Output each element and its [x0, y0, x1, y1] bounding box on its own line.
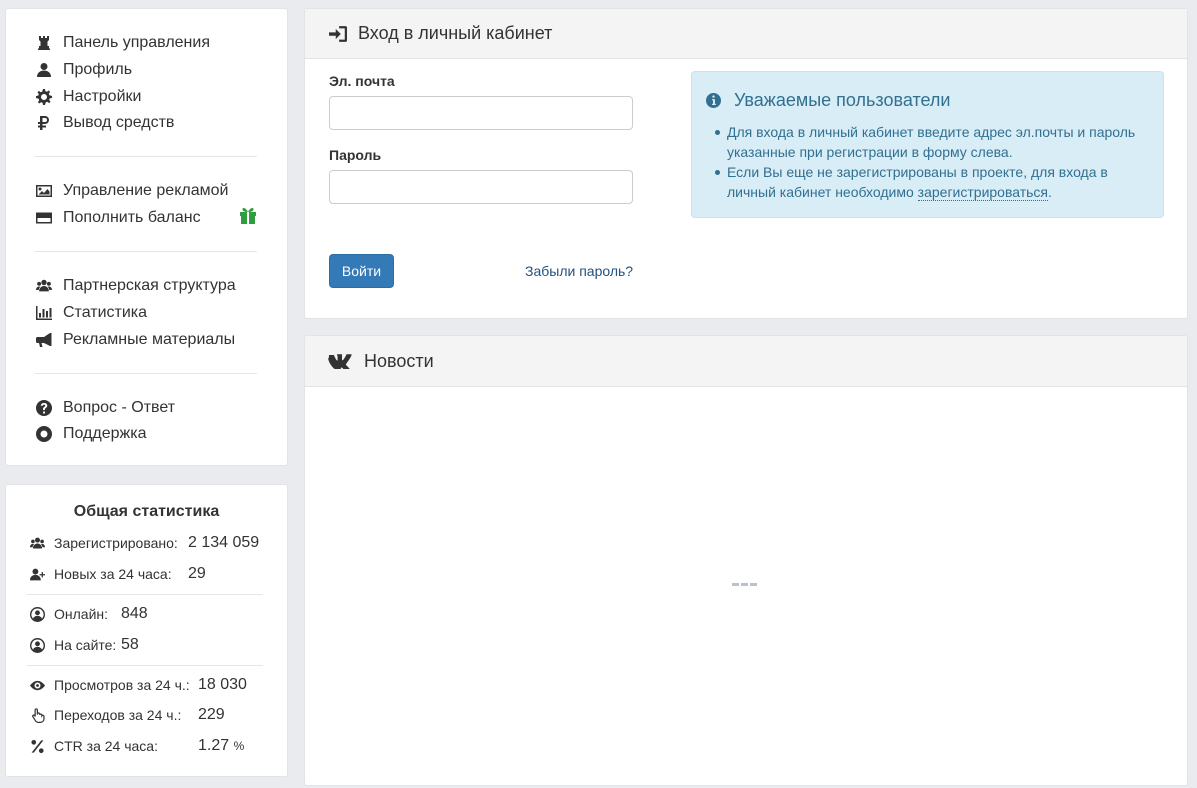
bullhorn-icon — [34, 330, 54, 350]
info-title: Уважаемые пользователи — [706, 90, 950, 111]
sidebar-item-statistics[interactable]: Статистика — [34, 302, 147, 324]
loading-indicator — [732, 583, 757, 586]
sidebar-item-support[interactable]: Поддержка — [34, 423, 146, 445]
user-circle-icon — [28, 605, 46, 623]
stat-value: 18 030 — [198, 676, 247, 693]
stat-clicks-24h: Переходов за 24 ч.: — [28, 705, 181, 725]
stat-label: Онлайн: — [54, 606, 109, 622]
general-stats-panel: Общая статистика Зарегистрировано: 2 134… — [5, 484, 288, 777]
sidebar-item-top-up[interactable]: Пополнить баланс — [34, 207, 201, 229]
stat-ctr-24h: CTR за 24 часа: — [28, 736, 158, 756]
stat-value: 229 — [198, 706, 225, 723]
sidebar-item-label: Поддержка — [63, 425, 147, 442]
stat-new-24h: Новых за 24 часа: — [28, 564, 172, 584]
question-circle-icon — [34, 398, 54, 418]
stat-registered: Зарегистрировано: — [28, 533, 178, 553]
stat-on-site: На сайте: — [28, 635, 116, 655]
sidebar-item-label: Профиль — [63, 61, 133, 78]
sidebar-item-label: Вывод средств — [63, 114, 175, 131]
ctr-unit: % — [233, 739, 245, 753]
sidebar-item-ads-management[interactable]: Управление рекламой — [34, 180, 228, 202]
sidebar-item-partners[interactable]: Партнерская структура — [34, 275, 236, 297]
stat-value: 848 — [121, 605, 148, 622]
users-icon — [34, 276, 54, 296]
sidebar-item-label: Статистика — [63, 304, 148, 321]
info-circle-icon — [706, 92, 722, 109]
sidebar-item-label: Вопрос - Ответ — [63, 399, 176, 416]
stat-value: 58 — [121, 636, 139, 653]
stat-value: 1.27 % — [198, 737, 244, 755]
forgot-password-link[interactable]: Забыли пароль? — [525, 263, 633, 279]
sidebar-item-withdraw[interactable]: Вывод средств — [34, 112, 174, 134]
gear-icon — [34, 87, 54, 107]
life-ring-icon — [34, 424, 54, 444]
sidebar-item-label: Панель управления — [63, 34, 210, 51]
sidebar-item-profile[interactable]: Профиль — [34, 59, 132, 81]
percent-icon — [28, 737, 46, 755]
pointer-hand-icon — [28, 706, 46, 724]
email-label: Эл. почта — [329, 73, 395, 89]
stats-divider — [27, 594, 263, 595]
sidebar-item-label: Рекламные материалы — [63, 331, 236, 348]
dashboard-icon — [34, 33, 54, 53]
ctr-value: 1.27 — [198, 737, 230, 754]
sidebar-item-ad-materials[interactable]: Рекламные материалы — [34, 329, 235, 351]
info-item-suffix: . — [1048, 184, 1052, 200]
user-plus-icon — [28, 565, 46, 583]
sidebar-item-dashboard[interactable]: Панель управления — [34, 32, 210, 54]
news-panel: Новости — [304, 335, 1188, 786]
bar-chart-icon — [34, 303, 54, 323]
users-icon — [28, 534, 46, 552]
menu-divider — [35, 156, 257, 157]
sidebar-item-label: Управление рекламой — [63, 182, 229, 199]
menu-divider — [35, 251, 257, 252]
info-item: Если Вы еще не зарегистрированы в проект… — [713, 162, 1153, 202]
stats-title: Общая статистика — [73, 503, 220, 520]
login-panel-header: Вход в личный кабинет — [305, 9, 1187, 59]
stat-value: 29 — [188, 565, 206, 582]
menu-divider — [35, 373, 257, 374]
gift-icon[interactable] — [238, 206, 258, 224]
info-title-text: Уважаемые пользователи — [734, 90, 951, 110]
password-field[interactable] — [329, 170, 633, 204]
email-field[interactable] — [329, 96, 633, 130]
stat-value: 2 134 059 — [188, 534, 260, 551]
sidebar-item-faq[interactable]: Вопрос - Ответ — [34, 397, 175, 419]
stats-divider — [27, 665, 263, 666]
register-link[interactable]: зарегистрироваться — [917, 184, 1049, 201]
info-list: Для входа в личный кабинет введите адрес… — [713, 122, 1153, 202]
stat-label: На сайте: — [54, 637, 117, 653]
sidebar-menu: Панель управления Профиль Настройки Выво… — [5, 8, 288, 466]
sidebar-item-label: Партнерская структура — [63, 277, 236, 294]
ruble-icon — [34, 113, 54, 133]
sidebar-item-label: Пополнить баланс — [63, 209, 201, 226]
info-alert: Уважаемые пользователи Для входа в личны… — [691, 71, 1164, 218]
stat-views-24h: Просмотров за 24 ч.: — [28, 675, 190, 695]
sidebar-item-label: Настройки — [63, 88, 142, 105]
stat-label: Зарегистрировано: — [54, 535, 178, 551]
news-panel-header: Новости — [305, 336, 1187, 387]
user-circle-icon — [28, 636, 46, 654]
stat-label: Переходов за 24 ч.: — [54, 707, 182, 723]
stat-label: Новых за 24 часа: — [54, 566, 172, 582]
login-panel: Вход в личный кабинет Эл. почта Пароль В… — [304, 8, 1188, 319]
eye-icon — [28, 676, 46, 694]
stat-label: Просмотров за 24 ч.: — [54, 677, 190, 693]
stat-label: CTR за 24 часа: — [54, 738, 158, 754]
news-title: Новости — [364, 350, 434, 371]
sign-in-icon — [328, 24, 348, 44]
password-label: Пароль — [329, 147, 382, 163]
login-title: Вход в личный кабинет — [358, 23, 553, 43]
stat-online: Онлайн: — [28, 604, 108, 624]
user-icon — [34, 60, 54, 80]
login-button[interactable]: Войти — [329, 254, 394, 288]
sidebar-item-settings[interactable]: Настройки — [34, 86, 141, 108]
image-icon — [34, 181, 54, 201]
credit-card-icon — [34, 208, 54, 228]
info-item: Для входа в личный кабинет введите адрес… — [713, 122, 1153, 162]
vk-icon — [328, 351, 354, 371]
